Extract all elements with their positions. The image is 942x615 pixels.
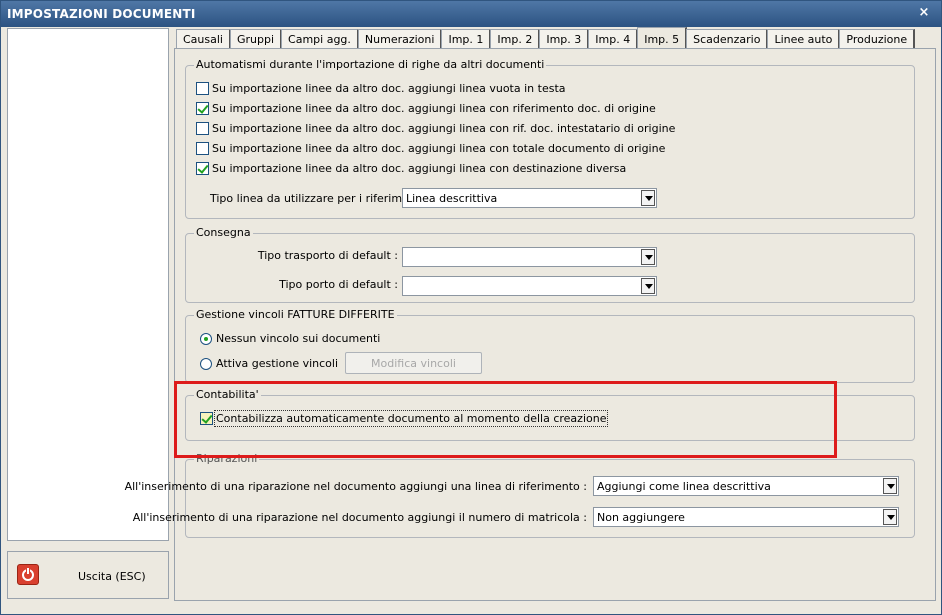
- checkbox[interactable]: [200, 412, 213, 425]
- tab-imp-2[interactable]: Imp. 2: [490, 29, 541, 49]
- option-nessun-vincolo[interactable]: Nessun vincolo sui documenti: [200, 332, 380, 345]
- tab-campi-agg[interactable]: Campi agg.: [281, 29, 359, 49]
- radio-button[interactable]: [200, 357, 212, 370]
- tab-strip: Causali Gruppi Campi agg. Numerazioni Im…: [176, 27, 916, 49]
- rif-label: All'inserimento di una riparazione nel d…: [124, 480, 587, 493]
- riparazioni-group: Riparazioni All'inserimento di una ripar…: [125, 452, 915, 538]
- option-label: Attiva gestione vincoli: [216, 357, 339, 370]
- vincoli-title: Gestione vincoli FATTURE DIFFERITE: [194, 308, 397, 321]
- tab-causali[interactable]: Causali: [176, 29, 231, 49]
- tab-scadenzario[interactable]: Scadenzario: [686, 29, 769, 49]
- exit-panel: Uscita (ESC): [7, 551, 169, 599]
- tipo-linea-value: Linea descrittiva: [406, 192, 498, 205]
- porto-label: Tipo porto di default :: [279, 278, 398, 291]
- left-list-panel[interactable]: [7, 28, 169, 541]
- matricola-value: Non aggiungere: [597, 511, 685, 524]
- option-label: Su importazione linee da altro doc. aggi…: [212, 142, 666, 155]
- option-label: Nessun vincolo sui documenti: [216, 332, 381, 345]
- tab-imp-1[interactable]: Imp. 1: [441, 29, 492, 49]
- exit-label: Uscita (ESC): [78, 570, 146, 583]
- chevron-down-icon[interactable]: [883, 509, 897, 525]
- option-totale-documento[interactable]: Su importazione linee da altro doc. aggi…: [196, 142, 665, 155]
- riparazioni-title: Riparazioni: [194, 452, 260, 465]
- checkbox[interactable]: [196, 82, 209, 95]
- title-bar[interactable]: IMPOSTAZIONI DOCUMENTI ×: [1, 1, 941, 27]
- rif-select[interactable]: Aggiungi come linea descrittiva: [593, 476, 899, 496]
- checkbox[interactable]: [196, 122, 209, 135]
- option-label: Su importazione linee da altro doc. aggi…: [212, 162, 627, 175]
- tab-imp-5[interactable]: Imp. 5: [637, 27, 688, 49]
- automatismi-group: Automatismi durante l'importazione di ri…: [185, 58, 915, 219]
- tab-numerazioni[interactable]: Numerazioni: [357, 29, 443, 49]
- exit-button[interactable]: Uscita (ESC): [8, 552, 168, 598]
- trasporto-select[interactable]: [402, 247, 657, 267]
- option-rif-intestatario[interactable]: Su importazione linee da altro doc. aggi…: [196, 122, 675, 135]
- radio-button[interactable]: [200, 332, 212, 345]
- rif-value: Aggiungi come linea descrittiva: [597, 480, 771, 493]
- option-label: Su importazione linee da altro doc. aggi…: [212, 82, 566, 95]
- consegna-group: Consegna Tipo trasporto di default : Tip…: [185, 226, 915, 303]
- option-label: Su importazione linee da altro doc. aggi…: [212, 122, 676, 135]
- tab-imp-3[interactable]: Imp. 3: [539, 29, 590, 49]
- matricola-label: All'inserimento di una riparazione nel d…: [132, 511, 587, 524]
- tab-imp-4[interactable]: Imp. 4: [588, 29, 639, 49]
- contabilita-group: Contabilita' Contabilizza automaticament…: [185, 388, 915, 441]
- tab-linee-auto[interactable]: Linee auto: [767, 29, 841, 49]
- chevron-down-icon[interactable]: [641, 190, 655, 206]
- matricola-select[interactable]: Non aggiungere: [593, 507, 899, 527]
- porto-select[interactable]: [402, 276, 657, 296]
- modifica-vincoli-button[interactable]: Modifica vincoli: [345, 352, 482, 374]
- checkbox[interactable]: [196, 162, 209, 175]
- checkbox[interactable]: [196, 102, 209, 115]
- settings-window: IMPOSTAZIONI DOCUMENTI × Uscita (ESC) Ca…: [0, 0, 942, 615]
- automatismi-title: Automatismi durante l'importazione di ri…: [194, 58, 547, 71]
- window-title: IMPOSTAZIONI DOCUMENTI: [7, 7, 196, 21]
- power-icon: [17, 564, 39, 585]
- option-attiva-vincoli[interactable]: Attiva gestione vincoli: [200, 357, 338, 370]
- trasporto-label: Tipo trasporto di default :: [257, 249, 398, 262]
- option-label: Su importazione linee da altro doc. aggi…: [212, 102, 656, 115]
- tab-gruppi[interactable]: Gruppi: [229, 29, 283, 49]
- vincoli-group: Gestione vincoli FATTURE DIFFERITE Nessu…: [185, 308, 915, 383]
- contabilita-title: Contabilita': [194, 388, 261, 401]
- option-rif-doc-origine[interactable]: Su importazione linee da altro doc. aggi…: [196, 102, 656, 115]
- tab-content: Automatismi durante l'importazione di ri…: [125, 48, 936, 601]
- option-label: Contabilizza automaticamente documento a…: [213, 410, 609, 427]
- consegna-title: Consegna: [194, 226, 253, 239]
- tab-produzione[interactable]: Produzione: [839, 29, 916, 49]
- option-contabilizza[interactable]: Contabilizza automaticamente documento a…: [200, 410, 609, 427]
- option-destinazione-diversa[interactable]: Su importazione linee da altro doc. aggi…: [196, 162, 626, 175]
- chevron-down-icon[interactable]: [883, 478, 897, 494]
- option-linea-vuota[interactable]: Su importazione linee da altro doc. aggi…: [196, 82, 566, 95]
- close-icon[interactable]: ×: [917, 6, 931, 20]
- chevron-down-icon[interactable]: [641, 278, 655, 294]
- chevron-down-icon[interactable]: [641, 249, 655, 265]
- tipo-linea-select[interactable]: Linea descrittiva: [402, 188, 657, 208]
- checkbox[interactable]: [196, 142, 209, 155]
- tipo-linea-label: Tipo linea da utilizzare per i riferimen…: [210, 192, 431, 205]
